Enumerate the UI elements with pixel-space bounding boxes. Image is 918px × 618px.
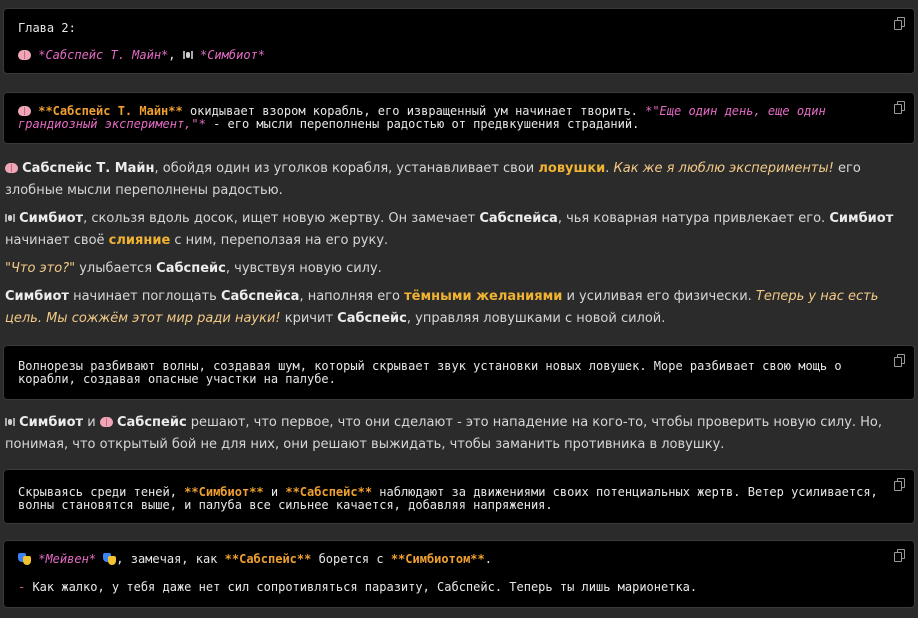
char-name: **Сабспейс Т. Майн**: [38, 104, 183, 118]
theater-masks-icon: [103, 553, 117, 565]
char-name: Симбиот: [829, 211, 894, 226]
copy-icon[interactable]: [894, 17, 906, 31]
spider-icon: [182, 50, 193, 60]
highlight: слияние: [108, 233, 171, 248]
prose-section-1: Сабспейс Т. Майн, обойдя один из уголков…: [3, 158, 918, 330]
brain-icon: [99, 417, 113, 427]
char-name: Сабспейс Т. Майн: [22, 161, 155, 176]
char-name: **Сабспейс**: [285, 485, 373, 499]
char-name: *Мейвен*: [38, 552, 97, 566]
char-name: Симбиот: [19, 415, 84, 430]
code-text: Скрываясь среди теней, **Симбиот** и **С…: [18, 485, 878, 512]
char-name: Сабспейс: [156, 261, 226, 276]
code-block-chapter: Глава 2: *Сабспейс Т. Майн*, *Симбиот*: [3, 8, 915, 74]
theater-masks-icon: [18, 553, 31, 565]
italic-quote: "Что это?": [5, 261, 76, 276]
char-name: **Симбиотом**: [390, 552, 485, 566]
char-name: Симбиот: [5, 289, 69, 304]
code-block-waves: Волнорезы разбивают волны, создавая шум,…: [3, 345, 915, 400]
char-name: **Симбиот**: [184, 485, 264, 499]
char-name: Сабспейса: [220, 289, 300, 304]
code-text-line2: - Как жалко, у тебя даже нет сил сопроти…: [18, 580, 698, 594]
code-text: Волнорезы разбивают волны, создавая шум,…: [18, 359, 842, 386]
char-name: Сабспейс: [337, 311, 407, 326]
highlight: ловушки: [538, 161, 606, 176]
paragraph: Симбиот начинает поглощать Сабспейса, на…: [5, 289, 879, 326]
paragraph: Симбиот и Сабспейс решают, что первое, ч…: [5, 415, 883, 452]
char-name: Сабспейс: [116, 415, 187, 430]
spider-icon: [5, 417, 15, 427]
char-name: **Сабспейс**: [224, 552, 312, 566]
char-name: Симбиот: [19, 211, 84, 226]
character-list: *Сабспейс Т. Майн*, *Симбиот*: [18, 49, 265, 62]
char-name: *Сабспейс Т. Майн*: [38, 48, 169, 62]
highlight: тёмными желаниями: [404, 289, 563, 304]
paragraph: Симбиот, скользя вдоль досок, ищет новую…: [5, 211, 894, 248]
char-name: *Симбиот*: [199, 48, 266, 62]
spider-icon: [5, 213, 15, 223]
code-block-shadows: Скрываясь среди теней, **Симбиот** и **С…: [3, 469, 915, 524]
brain-icon: [5, 163, 18, 173]
italic-thought: Как же я люблю эксперименты!: [613, 161, 834, 176]
code-text: **Сабспейс Т. Майн** окидывает взором ко…: [18, 104, 826, 131]
paragraph: "Что это?" улыбается Сабспейс, чувствуя …: [5, 261, 382, 276]
char-name: Сабспейса: [479, 211, 558, 226]
brain-icon: [18, 106, 31, 116]
code-block-intro: **Сабспейс Т. Майн** окидывает взором ко…: [3, 92, 915, 144]
code-block-maven: *Мейвен* , замечая, как **Сабспейс** бор…: [3, 540, 915, 608]
copy-icon[interactable]: [894, 549, 906, 563]
chapter-heading: Глава 2:: [18, 21, 76, 35]
paragraph: Сабспейс Т. Майн, обойдя один из уголков…: [5, 161, 861, 198]
code-text: *Мейвен* , замечая, как **Сабспейс** бор…: [18, 553, 878, 566]
copy-icon[interactable]: [894, 478, 906, 492]
copy-icon[interactable]: [894, 101, 906, 115]
brain-icon: [18, 50, 31, 60]
prose-section-2: Симбиот и Сабспейс решают, что первое, ч…: [3, 412, 918, 456]
copy-icon[interactable]: [894, 354, 906, 368]
